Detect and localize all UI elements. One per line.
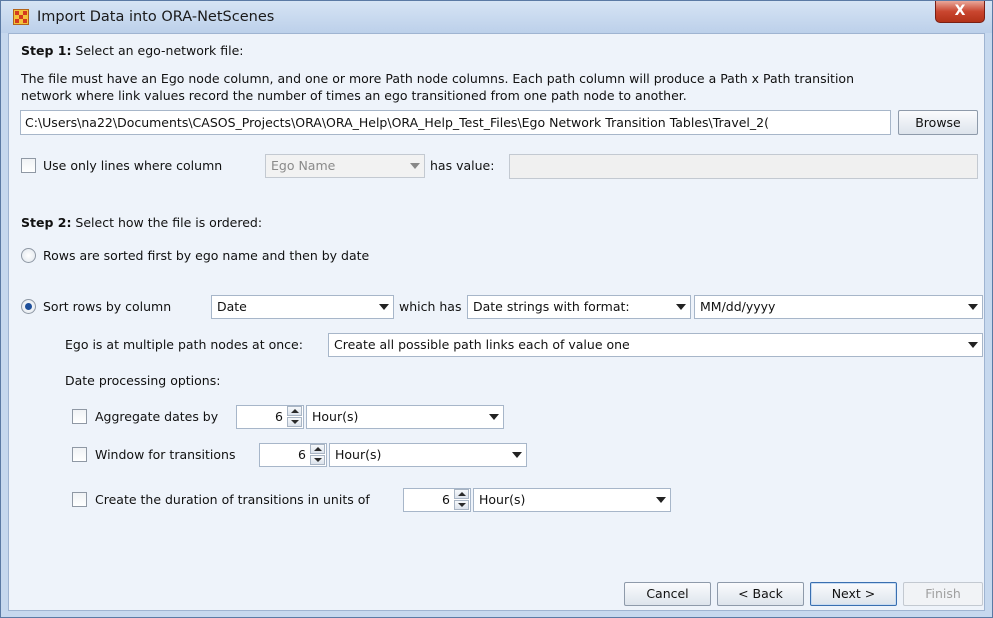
spinner-up-icon[interactable] — [454, 489, 469, 499]
duration-transitions-value: 6 — [442, 492, 450, 507]
filter-lines-checkbox[interactable] — [21, 158, 36, 173]
chevron-down-icon — [410, 163, 420, 169]
step1-heading: Step 1: Select an ego-network file: — [21, 43, 244, 58]
step2-heading: Step 2: Select how the file is ordered: — [21, 215, 262, 230]
filter-column-dropdown[interactable]: Ego Name — [265, 154, 425, 178]
chevron-down-icon — [968, 342, 978, 348]
duration-unit-value: Hour(s) — [479, 492, 526, 507]
duration-unit-dropdown[interactable]: Hour(s) — [473, 488, 671, 512]
has-value-label: has value: — [430, 158, 495, 173]
radio-sorted-by-ego[interactable] — [21, 248, 36, 263]
date-options-label: Date processing options: — [65, 373, 221, 388]
step1-description-line2: network where link values record the num… — [21, 88, 687, 103]
window-transitions-label: Window for transitions — [95, 447, 236, 462]
aggregate-unit-dropdown[interactable]: Hour(s) — [306, 405, 504, 429]
back-button[interactable]: < Back — [717, 582, 804, 606]
window-transitions-spinner[interactable]: 6 — [259, 443, 327, 467]
date-type-value: Date strings with format: — [473, 299, 630, 314]
radio-sort-by-column[interactable] — [21, 299, 36, 314]
finish-button[interactable]: Finish — [903, 582, 983, 606]
title-bar[interactable]: Import Data into ORA-NetScenes X — [1, 1, 992, 33]
duration-transitions-label: Create the duration of transitions in un… — [95, 492, 370, 507]
close-icon: X — [954, 3, 966, 19]
sort-column-dropdown[interactable]: Date — [211, 295, 394, 319]
window-unit-value: Hour(s) — [335, 447, 382, 462]
aggregate-dates-value: 6 — [275, 409, 283, 424]
sort-column-value: Date — [217, 299, 247, 314]
step1-heading-text: Select an ego-network file: — [71, 43, 244, 58]
chevron-down-icon — [676, 304, 686, 310]
chevron-down-icon — [489, 414, 499, 420]
next-button[interactable]: Next > — [810, 582, 897, 606]
filter-column-value: Ego Name — [271, 158, 336, 173]
filter-value-input[interactable] — [509, 154, 978, 179]
spinner-down-icon[interactable] — [310, 455, 325, 465]
date-format-value: MM/dd/yyyy — [700, 299, 776, 314]
spinner-up-icon[interactable] — [310, 444, 325, 454]
multiple-path-label: Ego is at multiple path nodes at once: — [65, 337, 303, 352]
radio-sort-by-column-label: Sort rows by column — [43, 299, 172, 314]
date-format-dropdown[interactable]: MM/dd/yyyy — [694, 295, 983, 319]
file-path-input[interactable]: C:\Users\na22\Documents\CASOS_Projects\O… — [20, 110, 891, 135]
import-dialog-window: Import Data into ORA-NetScenes X Step 1:… — [0, 0, 993, 618]
chevron-down-icon — [379, 304, 389, 310]
ora-app-icon — [13, 9, 29, 25]
aggregate-unit-value: Hour(s) — [312, 409, 359, 424]
aggregate-dates-label: Aggregate dates by — [95, 409, 219, 424]
spinner-up-icon[interactable] — [287, 406, 302, 416]
step2-heading-label: Step 2: — [21, 215, 72, 230]
step1-description-line1: The file must have an Ego node column, a… — [21, 71, 854, 86]
spinner-down-icon[interactable] — [287, 417, 302, 427]
window-transitions-value: 6 — [298, 447, 306, 462]
date-type-dropdown[interactable]: Date strings with format: — [467, 295, 691, 319]
step1-heading-label: Step 1: — [21, 43, 72, 58]
cancel-button[interactable]: Cancel — [624, 582, 711, 606]
duration-transitions-spinner[interactable]: 6 — [403, 488, 471, 512]
dialog-content: Step 1: Select an ego-network file: The … — [8, 33, 985, 611]
aggregate-dates-spinner[interactable]: 6 — [236, 405, 304, 429]
browse-button[interactable]: Browse — [898, 110, 978, 135]
window-unit-dropdown[interactable]: Hour(s) — [329, 443, 527, 467]
duration-transitions-checkbox[interactable] — [72, 492, 87, 507]
multiple-path-value: Create all possible path links each of v… — [334, 337, 630, 352]
chevron-down-icon — [512, 452, 522, 458]
spinner-down-icon[interactable] — [454, 500, 469, 510]
multiple-path-dropdown[interactable]: Create all possible path links each of v… — [328, 333, 983, 357]
window-title: Import Data into ORA-NetScenes — [37, 9, 275, 25]
radio-sorted-by-ego-label: Rows are sorted first by ego name and th… — [43, 248, 370, 263]
which-has-label: which has — [399, 299, 462, 314]
chevron-down-icon — [968, 304, 978, 310]
step2-heading-text: Select how the file is ordered: — [71, 215, 263, 230]
filter-lines-label: Use only lines where column — [43, 158, 223, 173]
chevron-down-icon — [656, 497, 666, 503]
window-transitions-checkbox[interactable] — [72, 447, 87, 462]
close-button[interactable]: X — [935, 1, 985, 23]
aggregate-dates-checkbox[interactable] — [72, 409, 87, 424]
